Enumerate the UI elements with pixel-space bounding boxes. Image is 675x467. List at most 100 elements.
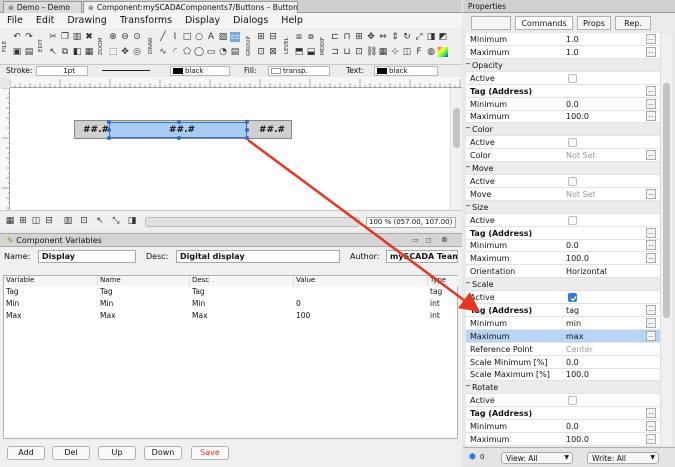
stroke-style-select[interactable] — [96, 66, 162, 76]
send-back-icon[interactable]: ⧇ — [306, 32, 316, 42]
align-center-icon[interactable]: ⊓ — [342, 32, 352, 42]
button-tool-icon[interactable]: ▭ — [230, 32, 240, 42]
stroke-color-select[interactable]: black — [170, 66, 230, 76]
property-value[interactable]: 1.0 — [566, 35, 579, 44]
resize-handle[interactable] — [245, 136, 249, 140]
property-value[interactable]: max — [566, 332, 583, 341]
menu-dialogs[interactable]: Dialogs — [233, 15, 268, 26]
menu-help[interactable]: Help — [281, 15, 303, 26]
ellipsis-button[interactable]: ... — [646, 317, 656, 328]
color-picker-icon[interactable]: ◨ — [426, 32, 436, 42]
layer-icon[interactable]: ◫ — [402, 47, 412, 57]
distribute-icon[interactable]: ⊞ — [354, 32, 364, 42]
menu-edit[interactable]: Edit — [36, 15, 54, 26]
flip-h-icon[interactable]: ⇔ — [378, 32, 388, 42]
property-row[interactable]: Minimum 0.0... — [466, 239, 660, 253]
resize-handle[interactable] — [107, 128, 111, 132]
property-value[interactable]: Center — [566, 345, 593, 354]
collapse-icon[interactable]: − — [466, 279, 471, 287]
resize-handle[interactable] — [245, 120, 249, 124]
maximize-icon[interactable]: ◻ — [426, 236, 432, 244]
view-filter-select[interactable]: View: All ▼ — [501, 452, 573, 464]
redo-icon[interactable]: ↷ — [24, 32, 34, 42]
property-section[interactable]: − Scale — [466, 278, 660, 292]
pipe-tool-icon[interactable]: ▭ — [206, 47, 216, 57]
tags-icon[interactable]: ⬢ — [469, 452, 476, 461]
property-row[interactable]: Maximum 100.0... — [466, 110, 660, 124]
gauge-tool-icon[interactable]: ◔ — [218, 47, 228, 57]
property-row[interactable]: Tag (Address)... — [466, 407, 660, 421]
property-row[interactable]: Move Not Set... — [466, 188, 660, 201]
ellipse-tool-icon[interactable]: ○ — [194, 32, 204, 42]
property-value[interactable]: 100.0 — [566, 435, 589, 444]
write-filter-select[interactable]: Write: All ▼ — [587, 452, 659, 464]
property-value[interactable]: 0.0 — [566, 241, 579, 250]
snap-icon[interactable]: ⊹ — [390, 47, 400, 57]
align-grid-icon[interactable]: ▥ — [63, 216, 73, 226]
property-value[interactable]: 0.0 — [566, 358, 579, 367]
property-row[interactable]: Scale Maximum [%] 100.0 — [466, 368, 660, 382]
grid-icon[interactable]: ▦ — [378, 47, 388, 57]
property-section[interactable]: − Move — [466, 162, 660, 175]
cut-icon[interactable]: ✂ — [48, 32, 58, 42]
center-value-text[interactable]: ##.# — [169, 125, 195, 135]
copy-icon[interactable]: ❐ — [60, 32, 70, 42]
property-value[interactable]: 100.0 — [566, 370, 589, 379]
active-checkbox[interactable] — [568, 176, 577, 186]
snap-toggle-icon[interactable]: ⊞ — [18, 216, 28, 226]
align-right-icon[interactable]: ⊐ — [330, 47, 340, 57]
column-header[interactable]: Variable — [4, 276, 98, 286]
text-tool-icon[interactable]: A — [206, 32, 216, 42]
delete-icon[interactable]: ✖ — [84, 32, 94, 42]
property-value[interactable]: Horizontal — [566, 267, 607, 276]
menu-drawing[interactable]: Drawing — [67, 15, 107, 26]
open-icon[interactable]: ▤ — [24, 47, 34, 57]
property-value[interactable]: 0.0 — [566, 422, 579, 431]
zoom-out-icon[interactable]: ⊖ — [120, 32, 130, 42]
pan-icon[interactable]: ✥ — [120, 47, 130, 57]
property-row[interactable]: Reference Point Center — [466, 343, 660, 356]
ellipsis-button[interactable]: ... — [646, 433, 656, 444]
rectangle-tool-icon[interactable]: □ — [182, 32, 192, 42]
collapse-icon[interactable]: − — [466, 382, 471, 390]
property-row[interactable]: Tag (Address) tag... — [466, 304, 660, 317]
property-row[interactable]: Active — [466, 175, 660, 188]
link-icon[interactable]: ⛓ — [366, 47, 377, 57]
column-header[interactable]: Name — [98, 276, 190, 286]
align-left-icon[interactable]: ⊏ — [330, 32, 340, 42]
property-row[interactable]: Color Not Set... — [466, 149, 660, 163]
backward-icon[interactable]: ⬓ — [306, 47, 316, 57]
bring-front-icon[interactable]: ⧈ — [294, 32, 304, 42]
close-icon[interactable]: ⊗ — [88, 4, 94, 12]
font-icon[interactable]: F — [414, 47, 424, 57]
left-value-text[interactable]: ##.# — [83, 125, 109, 135]
save-button[interactable]: Save — [191, 446, 229, 460]
align-icon[interactable]: ▦ — [84, 47, 94, 57]
forward-icon[interactable]: ⬒ — [294, 47, 304, 57]
rotate-icon[interactable]: ↻ — [402, 32, 412, 42]
column-header[interactable]: Desc — [190, 276, 294, 286]
zoom-in-icon[interactable]: ⊕ — [108, 32, 118, 42]
canvas-vertical-scrollbar[interactable] — [450, 88, 462, 210]
arc-tool-icon[interactable]: ◜ — [170, 47, 180, 57]
ellipsis-button[interactable]: ... — [646, 98, 656, 109]
scroll-thumb[interactable] — [663, 83, 670, 318]
active-checkbox[interactable] — [568, 138, 577, 148]
close-icon[interactable]: ⊗ — [8, 4, 14, 12]
tab-blank[interactable]: ​ — [471, 16, 511, 30]
canvas-horizontal-scrollbar[interactable] — [145, 217, 360, 227]
property-row[interactable]: Maximum 100.0... — [466, 252, 660, 266]
polyline-tool-icon[interactable]: ⌇ — [170, 32, 180, 42]
resize-handle[interactable] — [177, 120, 181, 124]
property-row[interactable]: Minimum min... — [466, 317, 660, 330]
flip-v-icon[interactable]: ⇕ — [390, 32, 400, 42]
ellipsis-button[interactable]: ... — [646, 304, 656, 315]
chart-tool-icon[interactable]: ▤ — [230, 47, 240, 57]
scroll-thumb[interactable] — [453, 108, 460, 148]
active-checkbox[interactable] — [568, 215, 577, 225]
property-section[interactable]: − Opacity — [466, 58, 660, 72]
circle-tool-icon[interactable]: ◯ — [194, 47, 204, 57]
stroke-width-select[interactable]: 1pt — [36, 66, 88, 76]
property-row[interactable]: Scale Minimum [%] 0.0 — [466, 356, 660, 369]
paste-icon[interactable]: ▥ — [72, 32, 82, 42]
